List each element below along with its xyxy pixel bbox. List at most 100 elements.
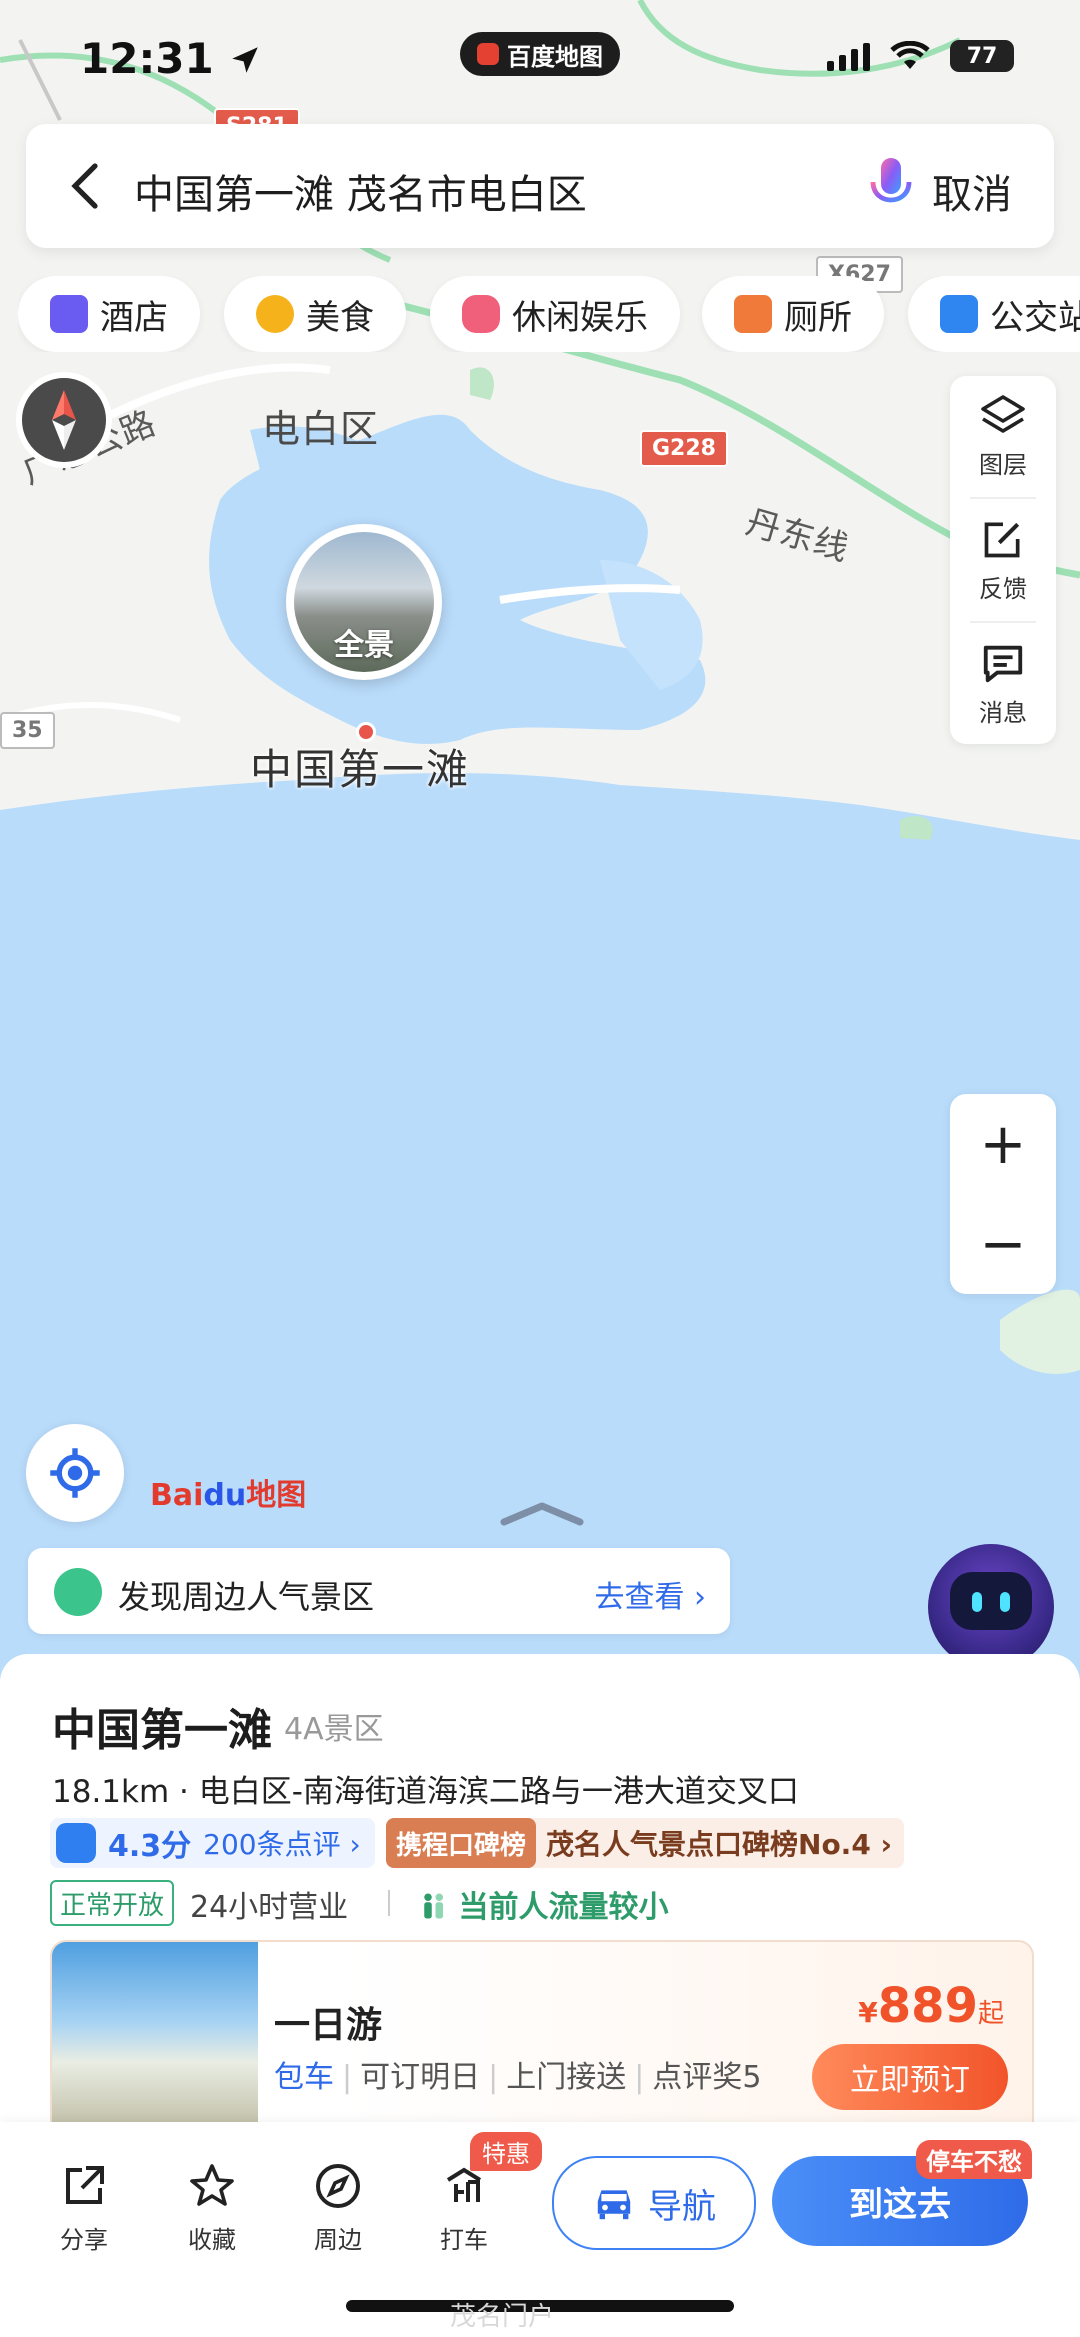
panorama-label: 全景: [334, 628, 394, 663]
toilet-icon: [734, 295, 772, 333]
tour-feature: 包车: [274, 2060, 334, 2095]
locate-crosshair-icon: [50, 1448, 100, 1498]
watermark: 茂名门户: [450, 2302, 555, 2332]
tour-product-card[interactable]: 一日游 包车 | 可订明日 | 上门接送 | 点评奖5 ¥889起 立即预订: [50, 1940, 1034, 2144]
robot-eye: [972, 1592, 982, 1612]
screen: S281 X627 G228 35 电白区 广恩公路 丹东线 全景 中国第一滩 …: [0, 0, 1080, 2337]
ctrip-tag: 携程口碑榜: [386, 1818, 537, 1868]
bus-stop-icon: [940, 295, 978, 333]
favorite-label: 收藏: [188, 2226, 236, 2254]
ctrip-ranking-text: 茂名人气景点口碑榜No.4 ›: [546, 1828, 893, 1861]
chip-leisure[interactable]: 休闲娱乐: [430, 276, 680, 352]
taxi-button[interactable]: 打车: [414, 2162, 514, 2255]
chip-leisure-label: 休闲娱乐: [512, 297, 648, 338]
chip-food-label: 美食: [306, 297, 374, 338]
rating-score: 4.3分: [108, 1829, 192, 1864]
tour-price: ¥889起: [858, 1978, 1004, 2034]
tour-name: 一日游: [274, 2005, 383, 2046]
app-indicator[interactable]: 百度地图: [460, 32, 620, 76]
chip-bus-stop-label: 公交站: [990, 297, 1080, 338]
nearby-button[interactable]: 周边: [288, 2162, 388, 2255]
zoom-controls: + −: [950, 1094, 1056, 1294]
feedback-label: 反馈: [979, 574, 1027, 603]
road-badge-g228: G228: [640, 430, 728, 467]
poi-map-name[interactable]: 中国第一滩: [250, 736, 470, 797]
gamepad-icon: [462, 295, 500, 333]
share-button[interactable]: 分享: [34, 2162, 134, 2255]
layers-button[interactable]: 图层: [950, 376, 1056, 496]
crowd-level-text: 当前人流量较小: [458, 1890, 669, 1925]
battery-icon: 77: [950, 40, 1014, 72]
road-badge-edge: 35: [0, 712, 55, 749]
discover-text: 发现周边人气景区: [118, 1578, 375, 1616]
divider: [970, 497, 1036, 499]
review-count: 200条点评 ›: [203, 1828, 361, 1861]
baidu-map-logo: Baidu地图: [150, 1470, 306, 1514]
chip-toilet-label: 厕所: [784, 297, 852, 338]
cancel-button[interactable]: 取消: [932, 162, 1012, 220]
price-value: 889: [877, 1978, 978, 2034]
search-bar[interactable]: 中国第一滩 茂名市电白区 取消: [26, 124, 1054, 248]
tour-features: 包车 | 可订明日 | 上门接送 | 点评奖5: [274, 2060, 762, 2095]
feedback-button[interactable]: 反馈: [950, 500, 1056, 620]
map-tools: 图层 反馈 消息: [950, 376, 1056, 744]
logo-bai: Bai: [150, 1478, 204, 1513]
discover-link[interactable]: 去查看 ›: [594, 1572, 706, 1616]
ai-assistant-robot-icon[interactable]: [928, 1544, 1054, 1670]
discover-nearby-banner[interactable]: 发现周边人气景区 去查看 ›: [28, 1548, 730, 1634]
voice-search-icon[interactable]: [866, 154, 916, 218]
my-location-button[interactable]: [26, 1424, 124, 1522]
share-icon: [66, 2166, 104, 2204]
logo-du: du: [203, 1478, 247, 1513]
compass-needle-icon: [52, 390, 76, 450]
sheet-expand-handle-icon[interactable]: [500, 1500, 584, 1526]
status-time: 12:31: [80, 34, 262, 83]
tour-feature: 可订明日: [360, 2060, 481, 2095]
status-icons: 77: [827, 40, 1014, 72]
map-canvas[interactable]: S281 X627 G228 35 电白区 广恩公路 丹东线 全景 中国第一滩: [0, 0, 1080, 1700]
rating-badge[interactable]: 4.3分 200条点评 ›: [50, 1818, 375, 1868]
parking-badge: 停车不愁: [916, 2140, 1032, 2179]
food-icon: [256, 295, 294, 333]
place-level: 4A景区: [284, 1712, 384, 1747]
search-query[interactable]: 中国第一滩 茂名市电白区: [134, 162, 587, 220]
star-icon: [190, 2164, 234, 2206]
map-label-district: 电白区: [262, 407, 380, 451]
back-arrow-icon[interactable]: [62, 158, 112, 214]
people-icon: [424, 1893, 443, 1919]
panorama-bubble[interactable]: 全景: [286, 524, 442, 680]
compass-button[interactable]: [16, 372, 112, 468]
messages-label: 消息: [979, 698, 1027, 727]
place-title: 中国第一滩: [52, 1705, 272, 1756]
compass-icon: [316, 2164, 360, 2208]
nearby-label: 周边: [314, 2226, 362, 2254]
ctrip-ranking-badge[interactable]: 携程口碑榜 茂名人气景点口碑榜No.4 ›: [386, 1818, 905, 1868]
baidu-map-app-icon: [477, 43, 499, 65]
feedback-icon: [984, 522, 1020, 557]
robot-eye: [1000, 1592, 1010, 1612]
chip-hotel[interactable]: 酒店: [18, 276, 200, 352]
map-shapes: [0, 0, 1080, 1374]
divider: [970, 621, 1036, 623]
messages-button[interactable]: 消息: [950, 624, 1056, 744]
favorite-button[interactable]: 收藏: [162, 2162, 262, 2255]
tour-feature: 上门接送: [506, 2060, 627, 2095]
zoom-in-button[interactable]: +: [950, 1094, 1056, 1194]
status-time-text: 12:31: [80, 34, 214, 83]
opening-hours: 24小时营业: [190, 1890, 349, 1925]
navigate-label: 导航: [648, 2186, 716, 2227]
chip-bus-stop[interactable]: 公交站: [908, 276, 1080, 352]
open-status-badge: 正常开放: [50, 1880, 175, 1926]
share-label: 分享: [60, 2226, 108, 2254]
chip-toilet[interactable]: 厕所: [702, 276, 884, 352]
zoom-out-button[interactable]: −: [950, 1194, 1056, 1294]
chip-food[interactable]: 美食: [224, 276, 406, 352]
divider: [388, 1890, 390, 1916]
book-now-button[interactable]: 立即预订: [812, 2044, 1008, 2110]
app-indicator-label: 百度地图: [507, 42, 603, 71]
wifi-icon: [890, 41, 930, 69]
navigate-button[interactable]: 导航: [552, 2156, 756, 2250]
robot-face: [950, 1572, 1032, 1630]
scenic-spot-icon: [54, 1568, 102, 1616]
price-symbol: ¥: [858, 1996, 878, 2029]
